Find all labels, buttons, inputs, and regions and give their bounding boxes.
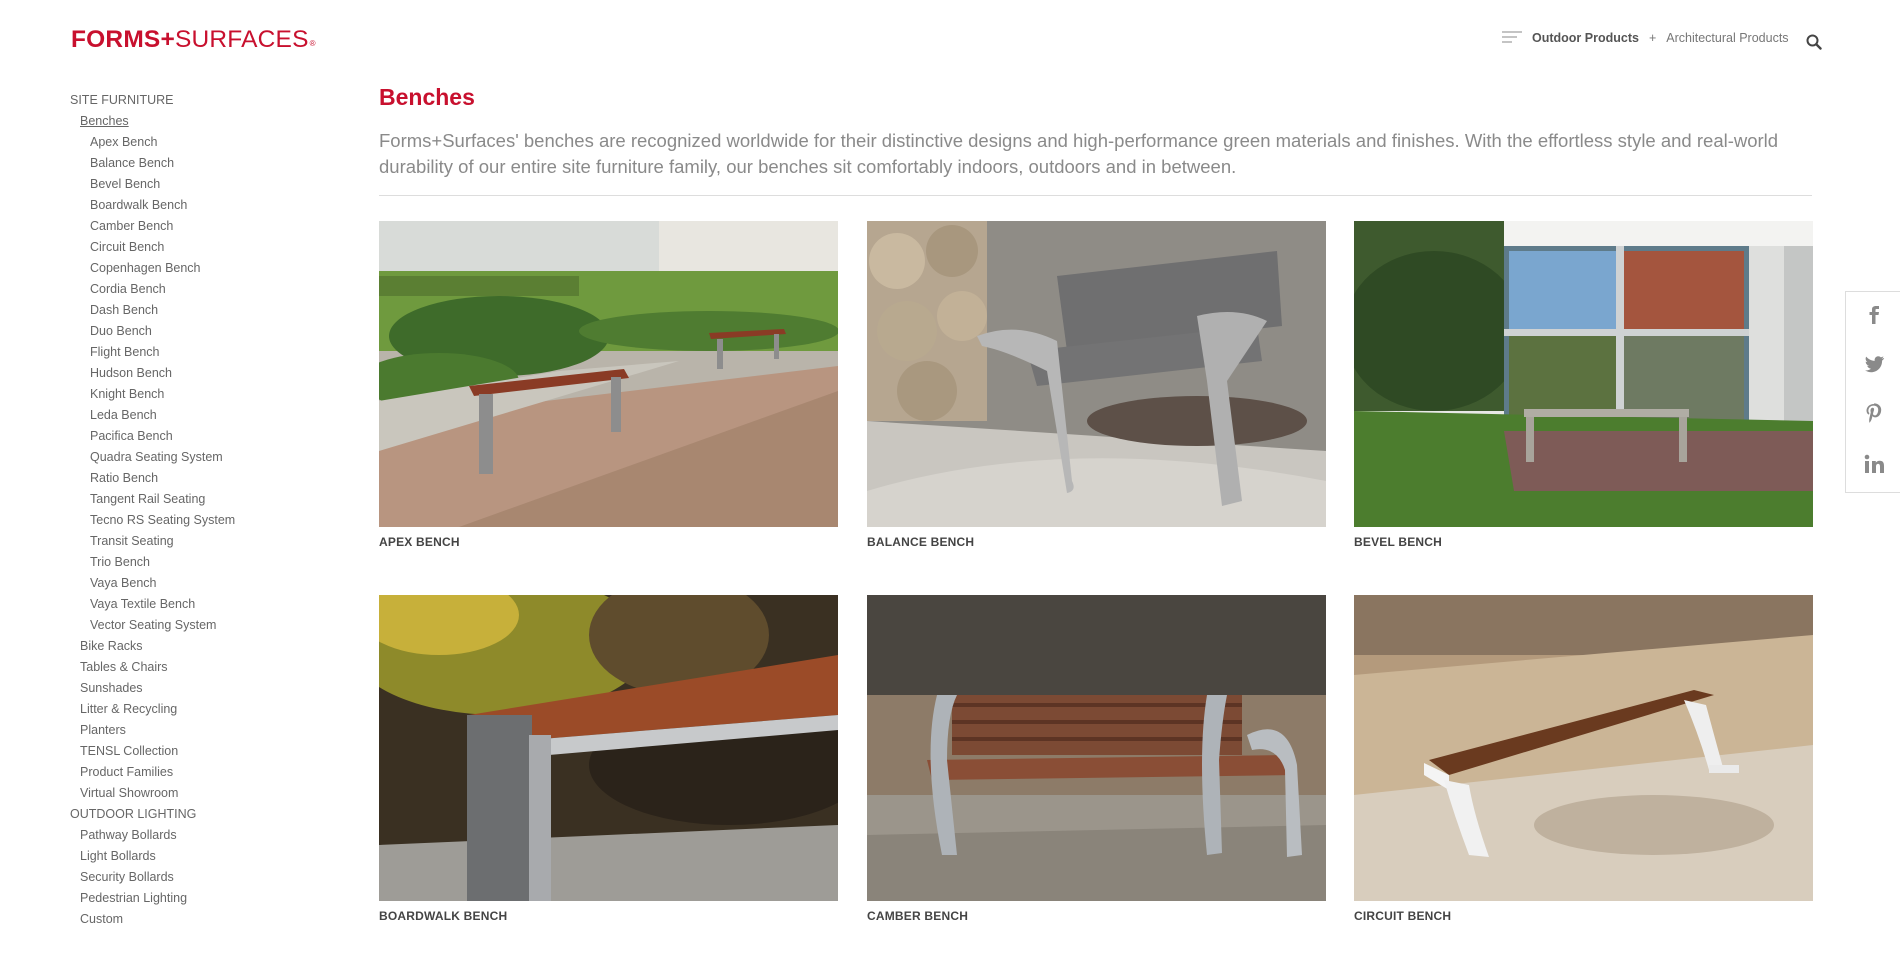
product-card-camber-bench[interactable]: CAMBER BENCH xyxy=(867,595,1326,923)
sidebar-item-balance-bench[interactable]: Balance Bench xyxy=(70,153,330,174)
sidebar-item-vaya-textile-bench[interactable]: Vaya Textile Bench xyxy=(70,594,330,615)
sidebar-nav: SITE FURNITURE Benches Apex Bench Balance… xyxy=(70,90,330,930)
sidebar-item-pathway-bollards[interactable]: Pathway Bollards xyxy=(70,825,330,846)
sidebar-item-light-bollards[interactable]: Light Bollards xyxy=(70,846,330,867)
logo-surfaces: SURFACES xyxy=(174,26,309,53)
twitter-icon[interactable] xyxy=(1862,352,1886,376)
nav-separator: + xyxy=(1648,31,1657,45)
nav-architectural-products[interactable]: Architectural Products xyxy=(1666,31,1788,45)
sidebar-section-site-furniture[interactable]: SITE FURNITURE xyxy=(70,90,330,111)
product-card-balance-bench[interactable]: BALANCE BENCH xyxy=(867,221,1326,549)
product-caption[interactable]: CIRCUIT BENCH xyxy=(1354,909,1813,923)
bench-list: Apex Bench Balance Bench Bevel Bench Boardw… xyxy=(70,132,330,636)
sidebar-item-knight-bench[interactable]: Knight Bench xyxy=(70,384,330,405)
sidebar-item-benches[interactable]: Benches xyxy=(70,111,330,132)
category-list: Bike Racks Tables & Chairs Sunshades Litter… xyxy=(70,636,330,804)
sidebar-item-pacifica-bench[interactable]: Pacifica Bench xyxy=(70,426,330,447)
lighting-list: Pathway Bollards Light Bollards Security B… xyxy=(70,825,330,930)
sidebar-item-bike-racks[interactable]: Bike Racks xyxy=(70,636,330,657)
page-title: Benches xyxy=(379,84,475,110)
sidebar-item-tensl-collection[interactable]: TENSL Collection xyxy=(70,741,330,762)
sidebar-item-sunshades[interactable]: Sunshades xyxy=(70,678,330,699)
sidebar-item-duo-bench[interactable]: Duo Bench xyxy=(70,321,330,342)
nav-outdoor-products[interactable]: Outdoor Products xyxy=(1532,31,1639,45)
product-image[interactable] xyxy=(379,595,838,901)
sidebar-item-leda-bench[interactable]: Leda Bench xyxy=(70,405,330,426)
sidebar-item-dash-bench[interactable]: Dash Bench xyxy=(70,300,330,321)
product-caption[interactable]: APEX BENCH xyxy=(379,535,838,549)
product-image[interactable] xyxy=(1354,221,1813,527)
product-caption[interactable]: BALANCE BENCH xyxy=(867,535,1326,549)
logo-registered: ® xyxy=(309,39,316,48)
sidebar-item-product-families[interactable]: Product Families xyxy=(70,762,330,783)
sidebar-item-vector-seating-system[interactable]: Vector Seating System xyxy=(70,615,330,636)
forms-surfaces-logo[interactable]: FORMS+SURFACES® xyxy=(71,26,316,54)
product-image[interactable] xyxy=(867,221,1326,527)
sidebar-item-quadra-seating-system[interactable]: Quadra Seating System xyxy=(70,447,330,468)
sidebar-item-copenhagen-bench[interactable]: Copenhagen Bench xyxy=(70,258,330,279)
logo-forms: FORMS+ xyxy=(71,26,175,53)
product-image[interactable] xyxy=(379,221,838,527)
sidebar-item-hudson-bench[interactable]: Hudson Bench xyxy=(70,363,330,384)
sidebar-item-transit-seating[interactable]: Transit Seating xyxy=(70,531,330,552)
sidebar-item-apex-bench[interactable]: Apex Bench xyxy=(70,132,330,153)
divider xyxy=(379,195,1812,196)
sidebar-item-bevel-bench[interactable]: Bevel Bench xyxy=(70,174,330,195)
product-card-bevel-bench[interactable]: BEVEL BENCH xyxy=(1354,221,1813,549)
sidebar-item-virtual-showroom[interactable]: Virtual Showroom xyxy=(70,783,330,804)
sidebar-item-pedestrian-lighting[interactable]: Pedestrian Lighting xyxy=(70,888,330,909)
sidebar-item-cordia-bench[interactable]: Cordia Bench xyxy=(70,279,330,300)
linkedin-icon[interactable] xyxy=(1862,452,1886,476)
menu-icon[interactable] xyxy=(1502,30,1522,46)
product-image[interactable] xyxy=(867,595,1326,901)
sidebar-item-label: Benches xyxy=(80,114,129,128)
product-caption[interactable]: BEVEL BENCH xyxy=(1354,535,1813,549)
search-icon[interactable] xyxy=(1806,34,1822,50)
sidebar-item-trio-bench[interactable]: Trio Bench xyxy=(70,552,330,573)
social-share-bar xyxy=(1845,291,1900,493)
sidebar-item-flight-bench[interactable]: Flight Bench xyxy=(70,342,330,363)
pinterest-icon[interactable] xyxy=(1862,402,1886,426)
sidebar-item-planters[interactable]: Planters xyxy=(70,720,330,741)
product-caption[interactable]: BOARDWALK BENCH xyxy=(379,909,838,923)
sidebar-item-vaya-bench[interactable]: Vaya Bench xyxy=(70,573,330,594)
product-card-boardwalk-bench[interactable]: BOARDWALK BENCH xyxy=(379,595,838,923)
sidebar-item-custom[interactable]: Custom xyxy=(70,909,330,930)
sidebar-item-ratio-bench[interactable]: Ratio Bench xyxy=(70,468,330,489)
top-navigation: Outdoor Products + Architectural Product… xyxy=(1502,30,1789,46)
product-image[interactable] xyxy=(1354,595,1813,901)
sidebar-item-boardwalk-bench[interactable]: Boardwalk Bench xyxy=(70,195,330,216)
facebook-icon[interactable] xyxy=(1862,302,1886,326)
sidebar-item-camber-bench[interactable]: Camber Bench xyxy=(70,216,330,237)
sidebar-item-tables-chairs[interactable]: Tables & Chairs xyxy=(70,657,330,678)
product-card-apex-bench[interactable]: APEX BENCH xyxy=(379,221,838,549)
product-caption[interactable]: CAMBER BENCH xyxy=(867,909,1326,923)
sidebar-item-tecno-rs-seating-system[interactable]: Tecno RS Seating System xyxy=(70,510,330,531)
sidebar-item-circuit-bench[interactable]: Circuit Bench xyxy=(70,237,330,258)
intro-text: Forms+Surfaces' benches are recognized w… xyxy=(379,130,1779,177)
sidebar-item-tangent-rail-seating[interactable]: Tangent Rail Seating xyxy=(70,489,330,510)
product-card-circuit-bench[interactable]: CIRCUIT BENCH xyxy=(1354,595,1813,923)
sidebar-item-security-bollards[interactable]: Security Bollards xyxy=(70,867,330,888)
sidebar-section-outdoor-lighting[interactable]: OUTDOOR LIGHTING xyxy=(70,804,330,825)
sidebar-item-litter-recycling[interactable]: Litter & Recycling xyxy=(70,699,330,720)
